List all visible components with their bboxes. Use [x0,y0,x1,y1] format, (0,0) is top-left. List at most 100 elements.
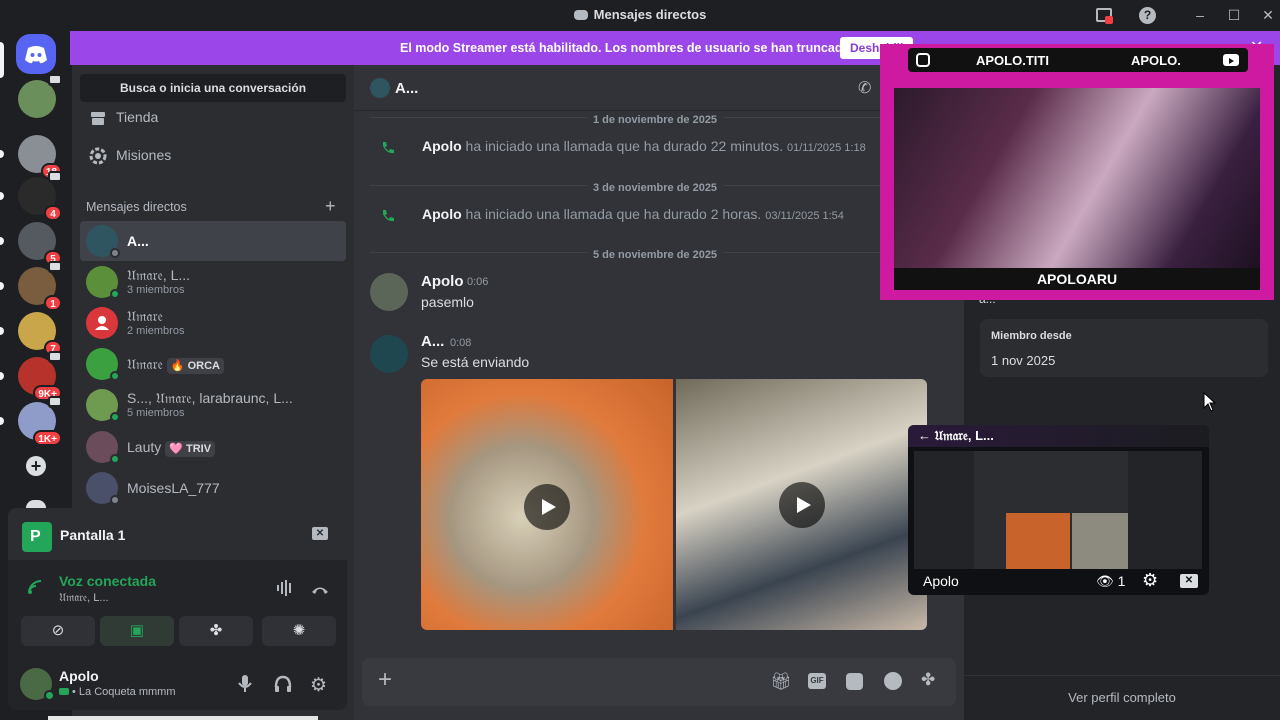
headphones-icon[interactable] [273,675,293,698]
help-icon[interactable]: ? [1137,5,1159,25]
play-icon[interactable] [779,482,825,528]
server-icon-8[interactable]: 1K+ [18,396,62,446]
date-divider: 5 de noviembre de 2025 [370,245,940,261]
message-composer[interactable]: + 🎁︎ GIF ✤ [362,658,956,706]
social-handle-left: APOLO.TITI [976,53,1049,68]
inbox-icon[interactable] [1094,5,1116,25]
stream-pip[interactable]: ← 𝔘𝔪𝔞𝔯𝔢, L... Apolo 👁︎ 1 ⚙ ✕ [908,425,1209,595]
view-full-profile-link[interactable]: Ver perfil completo [964,690,1280,705]
phone-icon [380,140,396,159]
nav-shop[interactable]: Tienda [80,100,346,136]
server-icon-7[interactable]: 9K+ [18,351,62,401]
stop-stream-icon[interactable]: ✕ [1180,574,1198,588]
screen-share-row: P Pantalla 1 ✕ [8,508,347,560]
server-icon-1[interactable] [18,74,62,118]
unread-pip [0,372,4,380]
dm-item[interactable]: MoisesLA_777 [80,468,346,508]
signal-icon [26,578,44,601]
social-handle-right: APOLO. [1131,53,1181,68]
unread-pip [0,237,4,245]
server-icon-6[interactable]: 7 [18,312,62,356]
noise-suppression-icon[interactable] [276,580,294,601]
server-icon-5[interactable]: 1 [18,261,62,311]
sticker-icon[interactable] [846,673,863,690]
add-server-icon[interactable]: + [26,456,46,476]
dm-item[interactable]: 𝔘𝔪𝔞𝔯𝔢, L... 3 miembros [80,262,346,302]
search-conversation-button[interactable]: Busca o inicia una conversación [80,74,346,102]
voice-call-icon[interactable]: ✆ [858,78,871,98]
play-icon[interactable] [524,484,570,530]
message-avatar[interactable] [370,335,408,373]
minimize-icon[interactable]: – [1189,5,1211,25]
gift-icon[interactable]: 🎁︎ [770,672,792,692]
discord-small-icon [573,10,588,20]
divider-label: 3 de noviembre de 2025 [586,182,724,194]
stream-settings-icon[interactable]: ⚙ [1142,570,1158,591]
gif-icon[interactable]: GIF [808,673,826,689]
dm-name-row: Lauty 🩷 TRIV [127,439,216,457]
dm-name: S..., 𝔘𝔪𝔞𝔯𝔢, larabraunc, L... [127,390,293,406]
message-author[interactable]: Apolo [421,273,464,290]
dm-name-row: 𝔘𝔪𝔞𝔯𝔢 🔥 ORCA [127,356,224,374]
eye-icon: 👁︎ [1096,573,1114,589]
message-time: 0:06 [467,276,489,288]
server-icon-3[interactable]: 4 [18,171,62,221]
chat-header-name[interactable]: A... [395,80,418,97]
nav-label: Tienda [116,109,159,125]
message-author[interactable]: A... [421,333,444,350]
status-dot [110,248,120,258]
mention-badge: 4 [44,205,62,221]
home-button[interactable] [16,34,56,74]
share-screen-button[interactable]: ▣ [100,616,174,646]
divider-label: 1 de noviembre de 2025 [586,114,724,126]
mention-badge: 1K+ [33,430,62,446]
message-avatar[interactable] [370,273,408,311]
unread-pip [0,192,4,200]
settings-gear-icon[interactable]: ⚙ [310,674,327,697]
dm-item[interactable]: S..., 𝔘𝔪𝔞𝔯𝔢, larabraunc, L... 5 miembros [80,385,346,425]
divider-label: 5 de noviembre de 2025 [586,249,724,261]
video-attachment-1[interactable] [421,379,673,630]
dm-item[interactable]: 𝔘𝔪𝔞𝔯𝔢 2 miembros [80,303,346,343]
selected-indicator [0,42,4,78]
status-dot [110,289,120,299]
dm-name: 𝔘𝔪𝔞𝔯𝔢, L... [127,267,191,283]
maximize-icon[interactable]: ☐ [1223,5,1245,25]
dm-item[interactable]: 𝔘𝔪𝔞𝔯𝔢 🔥 ORCA [80,344,346,384]
quests-icon [88,146,108,166]
emoji-icon[interactable] [884,672,902,690]
dm-name: A... [127,233,149,249]
video-attachment-2[interactable] [676,379,927,630]
apps-icon[interactable]: ✤ [921,670,935,690]
screen-share-icon [48,261,62,273]
date-divider: 1 de noviembre de 2025 [370,110,940,126]
server-icon-4[interactable]: 5 [18,222,62,266]
member-since-card: Miembro desde 1 nov 2025 [980,319,1268,377]
discover-icon[interactable] [26,500,46,508]
stop-stream-icon[interactable]: ✕ [312,527,328,540]
upload-plus-icon[interactable]: + [378,668,392,692]
call-text: ha iniciado una llamada que ha durado 2 … [465,206,762,222]
microphone-icon[interactable] [237,674,253,699]
call-author: Apolo [422,138,462,154]
user-status: • La Coqueta mmmm [72,686,176,698]
soundboard-button[interactable]: ✺ [262,616,336,646]
disconnect-icon[interactable] [310,582,330,600]
server-icon-2[interactable]: 18 [18,135,62,179]
user-name[interactable]: Apolo [59,668,99,684]
pip-title[interactable]: ← 𝔘𝔪𝔞𝔯𝔢, L... [918,428,994,444]
voice-status[interactable]: Voz conectada [59,573,156,589]
activities-button[interactable]: ✤ [179,616,253,646]
dm-item[interactable]: Lauty 🩷 TRIV [80,427,346,467]
member-since-label: Miembro desde [991,330,1072,342]
dm-members: 5 miembros [127,407,185,419]
unread-pip [0,417,4,425]
guild-tag: 🩷 TRIV [165,441,216,457]
voice-channel[interactable]: 𝔘𝔪𝔞𝔯𝔢, L... [59,592,109,605]
camera-off-button[interactable]: ⊘ [21,616,95,646]
nav-quests[interactable]: Misiones [80,138,346,174]
dm-item[interactable]: A... [80,221,346,261]
close-window-icon[interactable]: ✕ [1257,5,1279,25]
create-dm-icon[interactable]: + [325,196,336,217]
screen-preview-icon: P [22,522,52,552]
